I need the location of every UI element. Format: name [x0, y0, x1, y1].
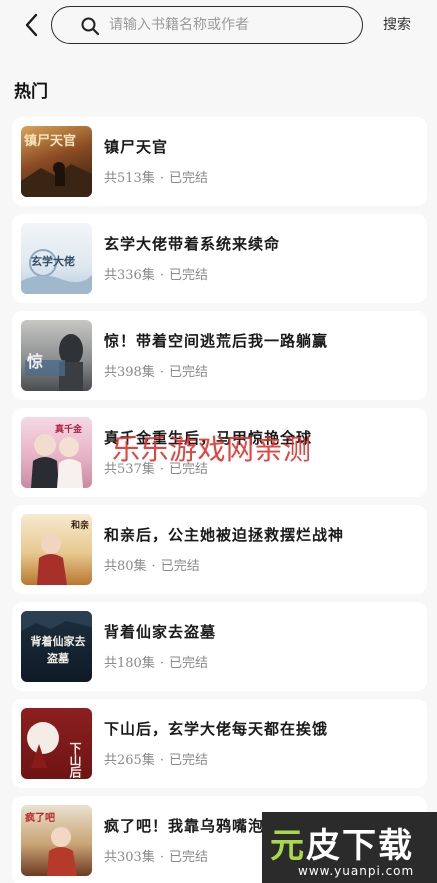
book-card[interactable]: 玄学大佬 玄学大佬带着系统来续命 共336集 · 已完结 — [12, 214, 427, 303]
book-meta: 共398集 · 已完结 — [104, 365, 208, 380]
book-title: 下山后，玄学大佬每天都在挨饿 — [104, 720, 329, 738]
book-list: 镇尸天官 镇尸天官 共513集 · 已完结 玄学大佬 玄学大佬带着系统来续命 共33… — [12, 117, 427, 883]
search-icon — [81, 17, 100, 36]
book-status: 已完结 — [160, 559, 200, 574]
book-meta: 共80集 · 已完结 — [104, 559, 200, 574]
episode-count: 共513集 — [104, 171, 155, 186]
book-cover: 背着仙家去盗墓 — [21, 611, 92, 682]
book-cover: 和亲 — [21, 514, 92, 585]
book-card[interactable]: 下山后 下山后，玄学大佬每天都在挨饿 共265集 · 已完结 — [12, 699, 427, 788]
watermark-text: 乐乐游戏网亲测 — [112, 433, 312, 466]
book-status: 已完结 — [168, 268, 208, 283]
book-title: 和亲后，公主她被迫拯救摆烂战神 — [104, 526, 345, 544]
book-meta: 共265集 · 已完结 — [104, 753, 208, 768]
book-title: 镇尸天官 — [104, 138, 169, 156]
cover-text: 惊 — [27, 352, 44, 371]
book-cover: 玄学大佬 — [21, 223, 92, 294]
book-status: 已完结 — [168, 850, 208, 865]
book-card[interactable]: 和亲 和亲后，公主她被迫拯救摆烂战神 共80集 · 已完结 — [12, 505, 427, 594]
book-card[interactable]: 背着仙家去盗墓 背着仙家去盗墓 共180集 · 已完结 — [12, 602, 427, 691]
book-status: 已完结 — [168, 171, 208, 186]
page: 搜索 热门 镇尸天官 镇尸天官 共513集·已完结 — [0, 0, 437, 883]
site-logo-watermark: 元皮下载 www.yuanpi.com — [262, 812, 437, 883]
logo-title: 元皮下载 — [270, 826, 414, 866]
cover-text: 下山后 — [68, 742, 82, 778]
cover-text: 背着仙家去盗墓 — [30, 635, 86, 665]
book-status: 已完结 — [168, 656, 208, 671]
cover-text: 真千金 — [55, 425, 83, 435]
cover-text: 玄学大佬 — [31, 255, 75, 268]
cover-text: 疯了吧 — [25, 813, 55, 824]
book-card[interactable]: 惊 惊！带着空间逃荒后我一路躺赢 共398集 · 已完结 — [12, 311, 427, 400]
chevron-left-icon — [25, 13, 38, 37]
episode-count: 共80集 — [104, 559, 147, 574]
episode-count: 共303集 — [104, 850, 155, 865]
book-cover: 真千金 — [21, 417, 92, 488]
episode-count: 共336集 — [104, 268, 155, 283]
book-cover: 下山后 — [21, 708, 92, 779]
logo-url: www.yuanpi.com — [298, 864, 415, 878]
book-status: 已完结 — [168, 753, 208, 768]
book-card[interactable]: 镇尸天官 镇尸天官 共513集 · 已完结 — [12, 117, 427, 206]
book-title: 玄学大佬带着系统来续命 — [104, 235, 281, 253]
book-cover: 疯了吧 — [21, 805, 92, 876]
search-input[interactable] — [109, 7, 349, 42]
search-box[interactable] — [51, 6, 363, 44]
search-button[interactable]: 搜索 — [383, 14, 411, 34]
book-meta: 共336集 · 已完结 — [104, 268, 208, 283]
book-cover: 惊 — [21, 320, 92, 391]
book-meta: 共180集 · 已完结 — [104, 656, 208, 671]
book-meta: 共513集 · 已完结 — [104, 171, 208, 186]
book-status: 已完结 — [168, 365, 208, 380]
section-title: 热门 — [14, 82, 48, 102]
book-title: 惊！带着空间逃荒后我一路躺赢 — [104, 332, 329, 350]
cover-text: 和亲 — [71, 521, 90, 531]
book-meta: 共303集 · 已完结 — [104, 850, 208, 865]
episode-count: 共180集 — [104, 656, 155, 671]
top-bar: 搜索 — [0, 0, 437, 54]
back-button[interactable] — [20, 10, 48, 40]
book-cover: 镇尸天官 — [21, 126, 92, 197]
episode-count: 共398集 — [104, 365, 155, 380]
episode-count: 共265集 — [104, 753, 155, 768]
cover-text: 镇尸天官 — [24, 134, 77, 149]
book-title: 背着仙家去盗墓 — [104, 623, 217, 641]
